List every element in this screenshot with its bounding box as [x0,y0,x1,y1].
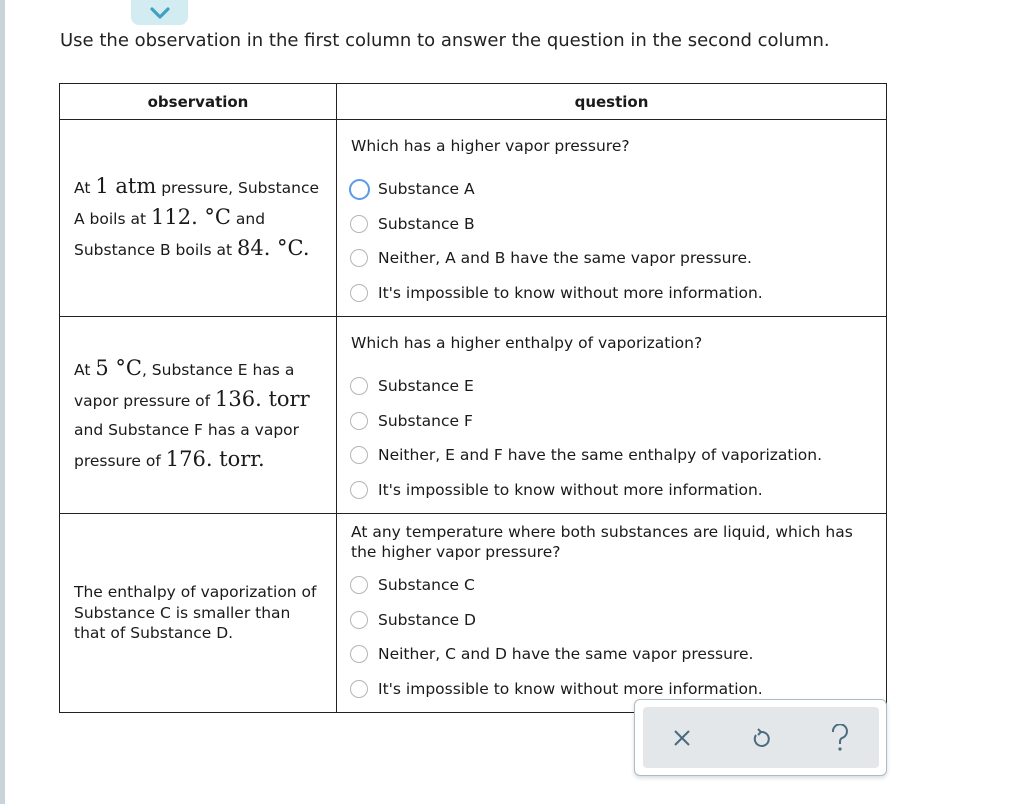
undo-icon [753,727,770,747]
radio-button[interactable] [350,480,368,499]
collapse-button[interactable] [131,0,188,25]
option-label: It's impossible to know without more inf… [378,679,763,698]
observation-value: 136. torr [215,387,310,411]
chevron-down-icon [149,6,170,19]
observation-text: The enthalpy of vaporization of Substanc… [74,583,317,643]
answer-option[interactable]: Neither, C and D have the same vapor pre… [350,637,872,672]
observation-cell: At 5 °C, Substance E has a vapor pressur… [59,316,337,514]
observation-value: 84. °C. [236,235,310,260]
observation-value: 1 atm [95,173,157,198]
help-button[interactable] [820,718,860,758]
table-row: At 1 atm pressure, Substance A boils at … [59,119,887,317]
observation-value: 5 °C [95,356,142,380]
observation-value: 176. torr. [165,447,265,471]
answer-option[interactable]: Neither, A and B have the same vapor pre… [350,241,872,276]
option-label: Substance C [378,576,475,595]
radio-button[interactable] [350,283,368,302]
option-label: Substance B [378,214,475,233]
option-label: Substance D [378,610,476,629]
instruction-text: Use the observation in the first column … [60,30,830,51]
answer-toolbar [634,699,887,776]
radio-button[interactable] [349,178,370,200]
radio-button[interactable] [350,645,368,664]
table-row: At 5 °C, Substance E has a vapor pressur… [59,316,887,514]
answer-option[interactable]: It's impossible to know without more inf… [350,473,872,508]
answer-option[interactable]: It's impossible to know without more inf… [350,276,872,311]
table-row: The enthalpy of vaporization of Substanc… [59,513,887,713]
question-cell: Which has a higher enthalpy of vaporizat… [336,316,887,514]
observation-header: observation [59,83,337,120]
observation-value: 112. °C [150,204,231,229]
option-label: Neither, C and D have the same vapor pre… [378,645,754,664]
undo-button[interactable] [741,718,781,758]
radio-button[interactable] [350,576,368,595]
radio-button[interactable] [350,249,368,268]
radio-button[interactable] [350,214,368,233]
observation-text: At [74,361,96,379]
left-edge-bar [0,0,5,804]
radio-button[interactable] [350,610,368,629]
answer-option[interactable]: Substance B [350,207,872,242]
option-label: Substance A [378,180,475,199]
answer-option[interactable]: Substance E [350,369,872,404]
observation-text: At [74,178,96,197]
answer-option[interactable]: Substance F [350,404,872,439]
radio-button[interactable] [350,679,368,698]
question-cell: Which has a higher vapor pressure? Substa… [336,119,887,317]
question-text: Which has a higher vapor pressure? [351,137,630,155]
answer-option[interactable]: Substance A [349,172,872,207]
question-cell: At any temperature where both substances… [336,513,887,713]
observation-cell: The enthalpy of vaporization of Substanc… [59,513,337,713]
option-label: Substance E [378,377,474,396]
option-label: Neither, E and F have the same enthalpy … [378,446,823,465]
help-icon [831,723,848,751]
question-header: question [336,83,887,120]
answer-option[interactable]: Substance C [350,568,872,603]
close-icon [674,729,691,746]
toolbar-inner [643,707,879,768]
radio-button[interactable] [350,446,368,465]
question-text: Which has a higher enthalpy of vaporizat… [351,334,703,352]
radio-button[interactable] [350,411,368,430]
answer-option[interactable]: Neither, E and F have the same enthalpy … [350,438,872,473]
option-label: Substance F [378,411,473,430]
option-label: Neither, A and B have the same vapor pre… [378,249,752,268]
radio-button[interactable] [350,377,368,396]
answer-option[interactable]: Substance D [350,603,872,638]
option-label: It's impossible to know without more inf… [378,283,763,302]
option-label: It's impossible to know without more inf… [378,480,763,499]
question-table: observation question At 1 atm pressure, … [59,83,887,713]
observation-cell: At 1 atm pressure, Substance A boils at … [59,119,337,317]
question-text: At any temperature where both substances… [351,523,853,561]
clear-button[interactable] [662,718,702,758]
